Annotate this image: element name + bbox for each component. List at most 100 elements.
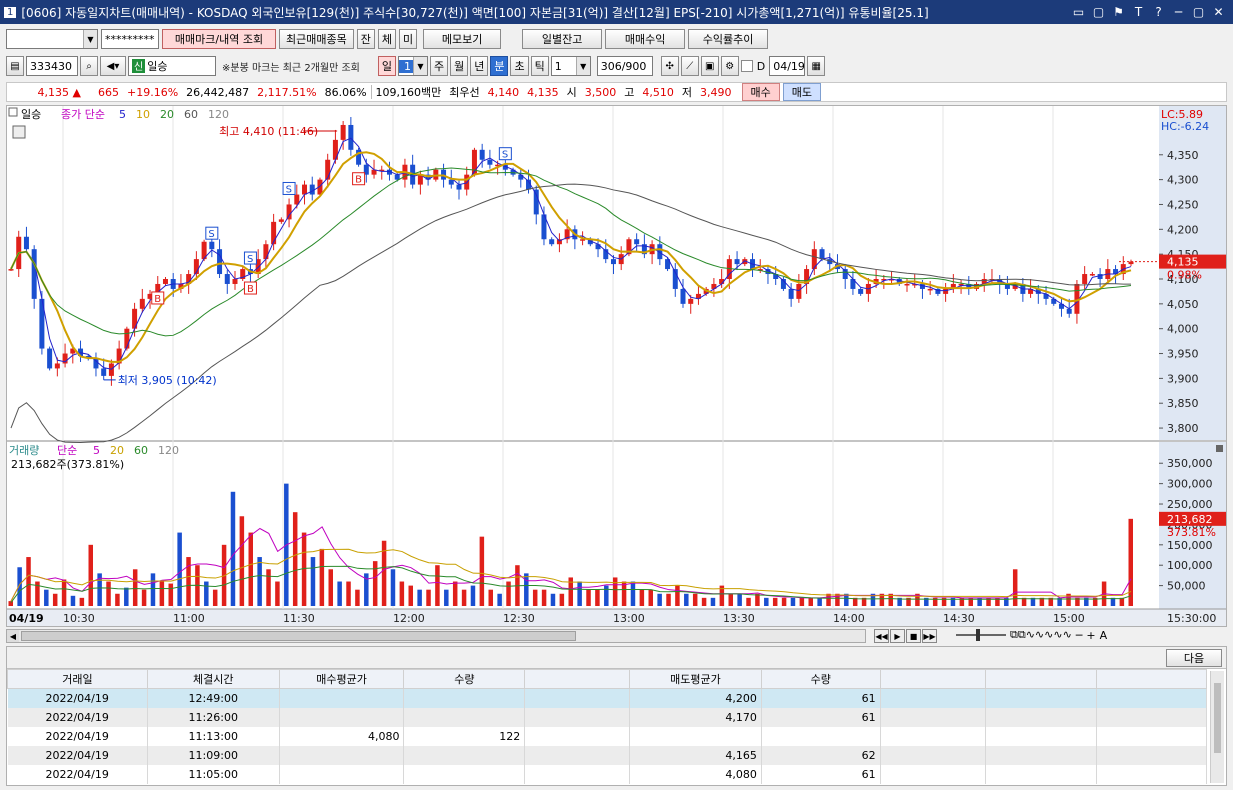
- volume-bar: [781, 597, 787, 606]
- best-ask: 4,140: [487, 85, 520, 99]
- candle-body: [1066, 308, 1072, 314]
- window-font-icon[interactable]: T: [1132, 5, 1145, 19]
- sell-mark-label: S: [247, 254, 253, 265]
- zoom-slider[interactable]: [956, 629, 1006, 641]
- scroll-thumb[interactable]: [21, 631, 576, 641]
- window-close-icon[interactable]: ✕: [1212, 5, 1225, 19]
- next-button[interactable]: 다음: [1166, 649, 1222, 667]
- window-minimize-icon[interactable]: ─: [1172, 5, 1185, 19]
- period-week-button[interactable]: 주: [429, 56, 449, 76]
- chart-menu-icon[interactable]: ▤: [6, 56, 24, 76]
- price-ma-legend: 120: [208, 108, 229, 121]
- trade-mark-button[interactable]: 매매마크/내역 조회: [162, 29, 276, 49]
- volume-bar: [746, 597, 751, 606]
- candle-body: [232, 279, 238, 284]
- volume-bar: [506, 581, 511, 606]
- stock-code-input[interactable]: 333430: [26, 56, 78, 76]
- play-icon[interactable]: ▶: [890, 629, 905, 643]
- table-row[interactable]: 2022/04/19 11:26:00 4,170 61: [7, 707, 1207, 727]
- tick-count-select[interactable]: 1 ▼: [550, 56, 591, 76]
- recent-items-button[interactable]: 최근매매종목: [279, 29, 354, 49]
- chevron-down-icon[interactable]: ▼: [575, 57, 590, 75]
- date-checkbox[interactable]: [740, 60, 753, 72]
- volume-bar: [452, 581, 458, 606]
- chevron-down-icon[interactable]: ▼: [83, 30, 97, 48]
- chevron-down-icon[interactable]: ▼: [412, 57, 427, 75]
- buy-button[interactable]: 매수: [741, 83, 780, 101]
- table-cell: [880, 726, 987, 746]
- calendar-icon[interactable]: ▦: [807, 56, 826, 76]
- table-cell: [880, 764, 987, 784]
- volume-bar: [550, 593, 556, 606]
- draw-tools-icon[interactable]: ⧉⧉∿∿∿∿∿: [1010, 628, 1072, 642]
- volume-bar: [826, 593, 831, 606]
- rewind-icon[interactable]: ◀◀: [874, 629, 889, 643]
- window-help-icon[interactable]: ?: [1152, 5, 1165, 19]
- search-icon[interactable]: ⌕: [80, 56, 98, 76]
- table-row[interactable]: 2022/04/19 11:05:00 4,080 61: [7, 764, 1207, 784]
- period-tick-button[interactable]: 틱: [530, 56, 549, 76]
- table-row[interactable]: 2022/04/19 11:13:00 4,080 122: [7, 726, 1207, 746]
- scroll-left-icon[interactable]: ◀: [7, 630, 19, 642]
- price-tick-label: 3,850: [1167, 397, 1199, 410]
- volume-bar: [310, 557, 316, 606]
- line-chart-icon[interactable]: ⟋: [680, 56, 699, 76]
- daily-balance-button[interactable]: 일별잔고: [522, 29, 603, 49]
- account-select[interactable]: ▼: [6, 29, 98, 49]
- table-row[interactable]: 2022/04/19 12:49:00 4,200 61: [7, 688, 1207, 708]
- period-day-button[interactable]: 일: [377, 56, 396, 76]
- chart-horizontal-scrollbar[interactable]: ◀: [6, 629, 866, 643]
- stop-icon[interactable]: ■: [906, 629, 921, 643]
- volume-bar: [239, 516, 245, 606]
- save-icon[interactable]: ▣: [700, 56, 719, 76]
- window-maximize-icon[interactable]: ▢: [1192, 5, 1205, 19]
- sell-mark-label: S: [502, 150, 508, 161]
- price-tick-label: 3,900: [1167, 372, 1199, 385]
- trade-vertical-scrollbar[interactable]: [1210, 671, 1224, 783]
- price-tick-label: 4,000: [1167, 323, 1199, 336]
- window-cascade-icon[interactable]: ▢: [1092, 5, 1105, 19]
- zoom-out-icon[interactable]: ─: [1076, 629, 1083, 642]
- speaker-icon[interactable]: ◀▾: [100, 56, 126, 76]
- executed-button[interactable]: 체: [377, 29, 396, 49]
- balance-button[interactable]: 잔: [356, 29, 375, 49]
- period-minute-button[interactable]: 분: [490, 56, 509, 76]
- stock-name-select[interactable]: 신 일승: [128, 56, 216, 76]
- volume-bar: [70, 595, 76, 606]
- volume-tick-label: 150,000: [1167, 539, 1213, 552]
- date-input[interactable]: 04/19: [769, 56, 806, 76]
- fast-forward-icon[interactable]: ▶▶: [922, 629, 937, 643]
- current-price-tag: 4,135: [1167, 256, 1199, 269]
- volume-bar: [408, 585, 413, 606]
- zoom-in-icon[interactable]: +: [1086, 629, 1095, 642]
- volume-bar: [444, 589, 449, 606]
- password-field[interactable]: *********: [101, 29, 159, 49]
- table-row[interactable]: 2022/04/19 11:09:00 4,165 62: [7, 745, 1207, 765]
- table-cell: [524, 764, 631, 784]
- return-trend-button[interactable]: 수익률추이: [688, 29, 769, 49]
- sell-button[interactable]: 매도: [782, 83, 822, 101]
- tools-icon[interactable]: ✣: [660, 56, 679, 76]
- memo-button[interactable]: 메모보기: [423, 29, 502, 49]
- table-cell: 4,165: [629, 745, 762, 765]
- period-month-button[interactable]: 월: [450, 56, 469, 76]
- page-count-field[interactable]: 306/900: [596, 56, 653, 76]
- price-volume-chart[interactable]: 4,3504,3004,2504,2004,1504,1004,0504,000…: [7, 106, 1226, 626]
- scroll-thumb[interactable]: [1214, 683, 1221, 753]
- window-pin-icon[interactable]: ⚑: [1112, 5, 1125, 19]
- period-second-button[interactable]: 초: [510, 56, 529, 76]
- candle-body: [209, 241, 215, 250]
- period-number-select[interactable]: 1 ▼: [397, 56, 428, 76]
- stock-name: 일승: [147, 60, 168, 73]
- trade-profit-button[interactable]: 매매수익: [605, 29, 686, 49]
- candle-body: [348, 124, 354, 150]
- unexecuted-button[interactable]: 미: [398, 29, 418, 49]
- gear-icon[interactable]: ⚙: [720, 56, 739, 76]
- table-cell: 11:26:00: [147, 707, 280, 727]
- window-tile-icon[interactable]: ▭: [1072, 5, 1085, 19]
- volume-bar: [301, 532, 307, 606]
- chart-panel[interactable]: 4,3504,3004,2504,2004,1504,1004,0504,000…: [6, 105, 1227, 627]
- candle-body: [734, 259, 740, 265]
- period-year-button[interactable]: 년: [470, 56, 489, 76]
- auto-scale-icon[interactable]: A: [1100, 629, 1108, 642]
